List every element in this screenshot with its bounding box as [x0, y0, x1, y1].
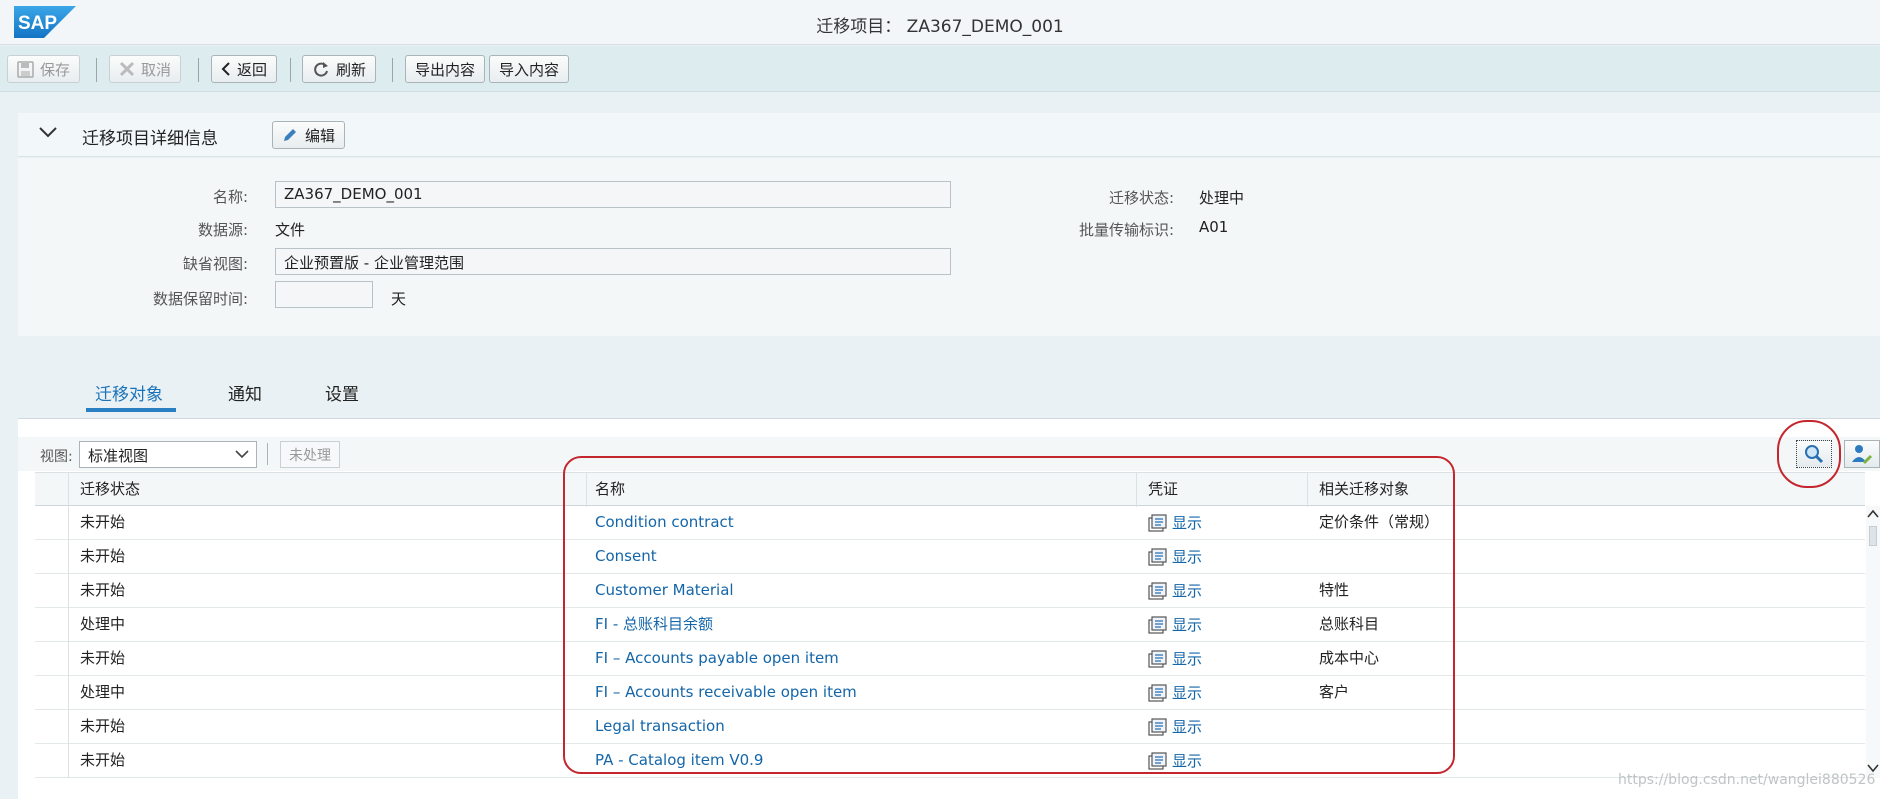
- source-value: 文件: [275, 221, 306, 239]
- edit-label: 编辑: [305, 126, 336, 145]
- chevron-left-icon: [221, 62, 230, 76]
- retention-field[interactable]: [275, 281, 373, 308]
- back-label: 返回: [237, 60, 268, 79]
- toolbar-separator: [290, 58, 291, 82]
- details-panel-header: 迁移项目详细信息 编辑: [18, 113, 1880, 157]
- export-label: 导出内容: [415, 60, 476, 79]
- highlight-annotation: [1777, 420, 1841, 488]
- refresh-icon: [314, 62, 328, 77]
- tab-settings[interactable]: 设置: [325, 380, 359, 405]
- row-status: 处理中: [80, 615, 126, 633]
- tab-notifications[interactable]: 通知: [228, 380, 262, 405]
- tab-bar: 迁移对象 通知 设置: [0, 370, 1880, 416]
- row-status: 未开始: [80, 581, 126, 599]
- chevron-down-icon: [235, 450, 249, 459]
- title-bar: SAP 迁移项目： ZA367_DEMO_001: [0, 0, 1880, 45]
- mass-transfer-label: 批量传输标识:: [1078, 221, 1174, 239]
- cancel-button[interactable]: 取消: [109, 55, 182, 83]
- row-status: 未开始: [80, 649, 126, 667]
- row-status: 未开始: [80, 717, 126, 735]
- row-selector[interactable]: [35, 676, 69, 710]
- view-select-value: 标准视图: [88, 447, 149, 465]
- personalize-button[interactable]: [1844, 440, 1880, 468]
- cancel-label: 取消: [141, 60, 172, 79]
- edit-button[interactable]: 编辑: [272, 121, 346, 149]
- migration-status-value: 处理中: [1199, 189, 1245, 207]
- row-selector[interactable]: [35, 608, 69, 642]
- cancel-x-icon: [119, 61, 135, 77]
- column-header-status[interactable]: 迁移状态: [80, 473, 140, 507]
- select-all-cell[interactable]: [35, 473, 69, 507]
- back-button[interactable]: 返回: [211, 55, 278, 83]
- pencil-icon: [284, 129, 296, 141]
- row-selector[interactable]: [35, 540, 69, 574]
- active-tab-indicator: [86, 408, 176, 412]
- import-content-button[interactable]: 导入内容: [489, 55, 570, 83]
- default-view-field[interactable]: 企业预置版 - 企业管理范围: [275, 248, 951, 275]
- name-label: 名称:: [212, 188, 248, 206]
- toolbar-separator: [267, 443, 268, 465]
- view-label: 视图:: [40, 449, 73, 465]
- default-view-label: 缺省视图:: [182, 255, 248, 273]
- retention-label: 数据保留时间:: [152, 290, 248, 308]
- scroll-thumb[interactable]: [1869, 526, 1877, 546]
- save-button[interactable]: 保存: [7, 55, 81, 83]
- name-field[interactable]: ZA367_DEMO_001: [275, 181, 951, 208]
- row-selector[interactable]: [35, 506, 69, 540]
- watermark: https://blog.csdn.net/wanglei880526: [1618, 772, 1876, 788]
- floppy-icon: [17, 60, 34, 78]
- toolbar-separator: [392, 58, 393, 82]
- import-label: 导入内容: [499, 60, 560, 79]
- toolbar-separator: [198, 58, 199, 82]
- row-status: 处理中: [80, 683, 126, 701]
- source-label: 数据源:: [197, 221, 248, 239]
- chevron-down-icon[interactable]: [38, 125, 58, 139]
- row-selector[interactable]: [35, 710, 69, 744]
- row-status: 未开始: [80, 547, 126, 565]
- tab-migration-objects[interactable]: 迁移对象: [95, 380, 163, 405]
- main-toolbar: 保存 取消 返回 刷新 导出内容 导入内容: [0, 46, 1880, 92]
- highlight-annotation: [563, 456, 1455, 774]
- mass-transfer-value: A01: [1199, 218, 1229, 236]
- user-settings-icon: [1852, 445, 1873, 465]
- row-status: 未开始: [80, 751, 126, 769]
- unprocessed-button[interactable]: 未处理: [280, 441, 340, 468]
- window-title: 迁移项目： ZA367_DEMO_001: [816, 17, 1064, 37]
- row-selector[interactable]: [35, 574, 69, 608]
- details-title: 迁移项目详细信息: [82, 129, 218, 149]
- row-selector[interactable]: [35, 744, 69, 778]
- migration-status-label: 迁移状态:: [1108, 189, 1174, 207]
- row-selector[interactable]: [35, 642, 69, 676]
- scroll-up-icon[interactable]: [1866, 508, 1880, 520]
- details-panel-body: 名称: ZA367_DEMO_001 数据源: 文件 缺省视图: 企业预置版 -…: [18, 158, 1880, 336]
- export-content-button[interactable]: 导出内容: [405, 55, 486, 83]
- toolbar-separator: [96, 58, 97, 82]
- refresh-label: 刷新: [336, 60, 367, 79]
- row-status: 未开始: [80, 513, 126, 531]
- view-select[interactable]: 标准视图: [79, 441, 257, 468]
- retention-unit: 天: [391, 290, 407, 308]
- save-label: 保存: [40, 60, 71, 79]
- table-scrollbar[interactable]: [1866, 506, 1880, 778]
- refresh-button[interactable]: 刷新: [302, 55, 377, 83]
